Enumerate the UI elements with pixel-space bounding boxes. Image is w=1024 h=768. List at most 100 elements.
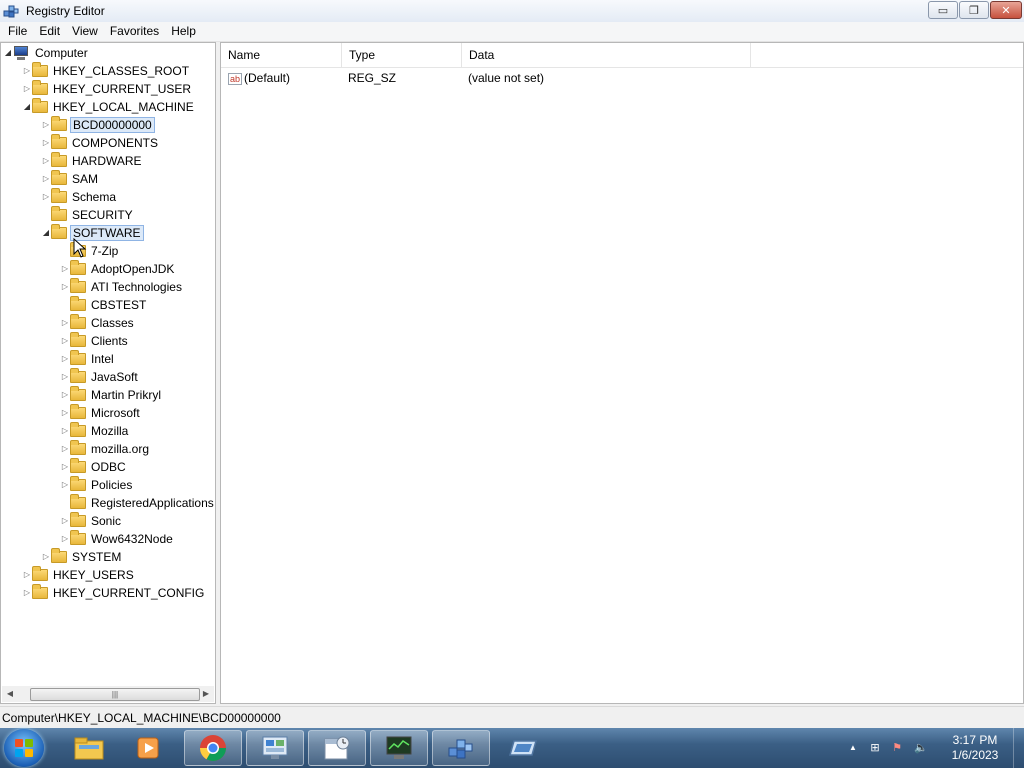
menu-file[interactable]: File: [2, 22, 33, 41]
tree-item[interactable]: SECURITY: [41, 206, 135, 224]
title-bar[interactable]: Registry Editor ▭ ❐ ✕: [0, 0, 1024, 23]
network-icon[interactable]: ⊞: [868, 741, 882, 755]
expand-arrow-icon[interactable]: ▷: [60, 476, 70, 494]
tree-item[interactable]: ▷ Wow6432Node: [60, 530, 175, 548]
scroll-left-button[interactable]: ◀: [2, 686, 18, 702]
collapse-arrow-icon[interactable]: ◢: [3, 44, 13, 62]
tree-item[interactable]: ▷ JavaSoft: [60, 368, 140, 386]
expand-arrow-icon[interactable]: ▷: [60, 278, 70, 296]
expand-arrow-icon[interactable]: ▷: [60, 368, 70, 386]
expand-arrow-icon[interactable]: ▷: [60, 332, 70, 350]
tree-item[interactable]: CBSTEST: [60, 296, 148, 314]
tree-item[interactable]: ▷ HARDWARE: [41, 152, 144, 170]
tree-horizontal-scrollbar[interactable]: ◀ ||| ▶: [2, 686, 214, 702]
expand-arrow-icon[interactable]: ▷: [60, 350, 70, 368]
maximize-button[interactable]: ❐: [959, 1, 989, 19]
expand-arrow-icon[interactable]: ▷: [60, 260, 70, 278]
tree-item[interactable]: ▷ Mozilla: [60, 422, 130, 440]
expand-arrow-icon[interactable]: ▷: [22, 566, 32, 584]
tree-item[interactable]: ◢ HKEY_LOCAL_MACHINE: [22, 98, 196, 116]
tree-item[interactable]: ▷ mozilla.org: [60, 440, 151, 458]
expand-arrow-icon[interactable]: ▷: [60, 404, 70, 422]
monitor-icon: [386, 736, 412, 759]
expand-arrow-icon[interactable]: ▷: [60, 440, 70, 458]
start-button[interactable]: [4, 729, 44, 767]
tree-item[interactable]: ▷ ODBC: [60, 458, 128, 476]
tree-item[interactable]: ▷ BCD00000000: [41, 116, 155, 134]
tree-item[interactable]: ▷ HKEY_CLASSES_ROOT: [22, 62, 191, 80]
menu-bar: File Edit View Favorites Help: [0, 22, 1024, 42]
scroll-thumb[interactable]: |||: [30, 688, 200, 701]
tree-item-label: Martin Prikryl: [91, 388, 162, 402]
minimize-button[interactable]: ▭: [928, 1, 958, 19]
taskbar-calendar[interactable]: [308, 730, 366, 766]
tree-item-label: SAM: [72, 172, 99, 186]
tree-item[interactable]: ▷ SAM: [41, 170, 100, 188]
tree-item[interactable]: ▷ Policies: [60, 476, 134, 494]
tree-item[interactable]: ◢ SOFTWARE: [41, 224, 144, 242]
clock[interactable]: 3:17 PM 1/6/2023: [940, 733, 1010, 763]
expand-arrow-icon[interactable]: ▷: [41, 116, 51, 134]
column-header-name[interactable]: Name: [221, 43, 342, 67]
tree-item[interactable]: ▷ Intel: [60, 350, 116, 368]
tree-item[interactable]: 7-Zip: [60, 242, 120, 260]
tree-item[interactable]: ▷ Microsoft: [60, 404, 142, 422]
expand-arrow-icon[interactable]: ▷: [60, 458, 70, 476]
menu-favorites[interactable]: Favorites: [104, 22, 165, 41]
taskbar-explorer[interactable]: [60, 730, 118, 766]
taskbar-monitor[interactable]: [370, 730, 428, 766]
expand-arrow-icon[interactable]: ▷: [41, 170, 51, 188]
expand-arrow-icon[interactable]: ▷: [41, 152, 51, 170]
volume-icon[interactable]: 🔈: [914, 741, 928, 755]
key-tree[interactable]: ◢ Computer ▷ HKEY_CLASSES_ROOT ▷ HKEY_CURRENT…: [0, 42, 216, 704]
expand-arrow-icon[interactable]: ▷: [22, 62, 32, 80]
taskbar-control-panel[interactable]: [246, 730, 304, 766]
tree-item[interactable]: ▷ HKEY_USERS: [22, 566, 136, 584]
scroll-right-button[interactable]: ▶: [198, 686, 214, 702]
tree-item[interactable]: ▷ SYSTEM: [41, 548, 123, 566]
action-center-flag-icon[interactable]: ⚑: [890, 741, 904, 755]
tree-item[interactable]: ▷ Martin Prikryl: [60, 386, 163, 404]
expand-arrow-icon[interactable]: ▷: [60, 386, 70, 404]
expand-arrow-icon[interactable]: ▷: [60, 314, 70, 332]
tree-item[interactable]: ▷ COMPONENTS: [41, 134, 160, 152]
column-header-type[interactable]: Type: [342, 43, 462, 67]
list-header: Name Type Data: [221, 43, 1023, 68]
tree-item[interactable]: ▷ ATI Technologies: [60, 278, 184, 296]
expand-arrow-icon[interactable]: ▷: [41, 188, 51, 206]
tree-item[interactable]: ◢ Computer: [3, 44, 90, 62]
tree-item-label: HKEY_LOCAL_MACHINE: [53, 100, 194, 114]
taskbar-registry-editor[interactable]: [432, 730, 490, 766]
close-button[interactable]: ✕: [990, 1, 1022, 19]
menu-view[interactable]: View: [66, 22, 104, 41]
menu-help[interactable]: Help: [165, 22, 202, 41]
tree-item[interactable]: ▷ Clients: [60, 332, 130, 350]
tree-item[interactable]: ▷ Schema: [41, 188, 118, 206]
tree-item[interactable]: ▷ Classes: [60, 314, 136, 332]
expand-arrow-icon[interactable]: ▷: [41, 548, 51, 566]
tree-item[interactable]: ▷ HKEY_CURRENT_CONFIG: [22, 584, 206, 602]
expand-arrow-icon[interactable]: ▷: [22, 80, 32, 98]
expand-arrow-icon[interactable]: ▷: [22, 584, 32, 602]
menu-edit[interactable]: Edit: [33, 22, 66, 41]
folder-icon: [32, 584, 48, 599]
expand-arrow-icon[interactable]: ▷: [60, 512, 70, 530]
show-hidden-icons-icon[interactable]: ▲: [846, 741, 860, 755]
list-item[interactable]: ab (Default) REG_SZ (value not set): [221, 69, 1021, 87]
column-header-data[interactable]: Data: [462, 43, 751, 67]
collapse-arrow-icon[interactable]: ◢: [41, 224, 51, 242]
tree-item-label: Schema: [72, 190, 117, 204]
values-list[interactable]: Name Type Data ab (Default) REG_SZ (value…: [220, 42, 1024, 704]
tree-item[interactable]: ▷ Sonic: [60, 512, 123, 530]
taskbar-remote-desktop[interactable]: [494, 730, 552, 766]
tree-item[interactable]: RegisteredApplications: [60, 494, 215, 512]
collapse-arrow-icon[interactable]: ◢: [22, 98, 32, 116]
expand-arrow-icon[interactable]: ▷: [60, 530, 70, 548]
expand-arrow-icon[interactable]: ▷: [60, 422, 70, 440]
taskbar-media-player[interactable]: [120, 730, 178, 766]
show-desktop-button[interactable]: [1013, 728, 1024, 768]
tree-item[interactable]: ▷ AdoptOpenJDK: [60, 260, 176, 278]
taskbar-chrome[interactable]: [184, 730, 242, 766]
expand-arrow-icon[interactable]: ▷: [41, 134, 51, 152]
tree-item[interactable]: ▷ HKEY_CURRENT_USER: [22, 80, 193, 98]
